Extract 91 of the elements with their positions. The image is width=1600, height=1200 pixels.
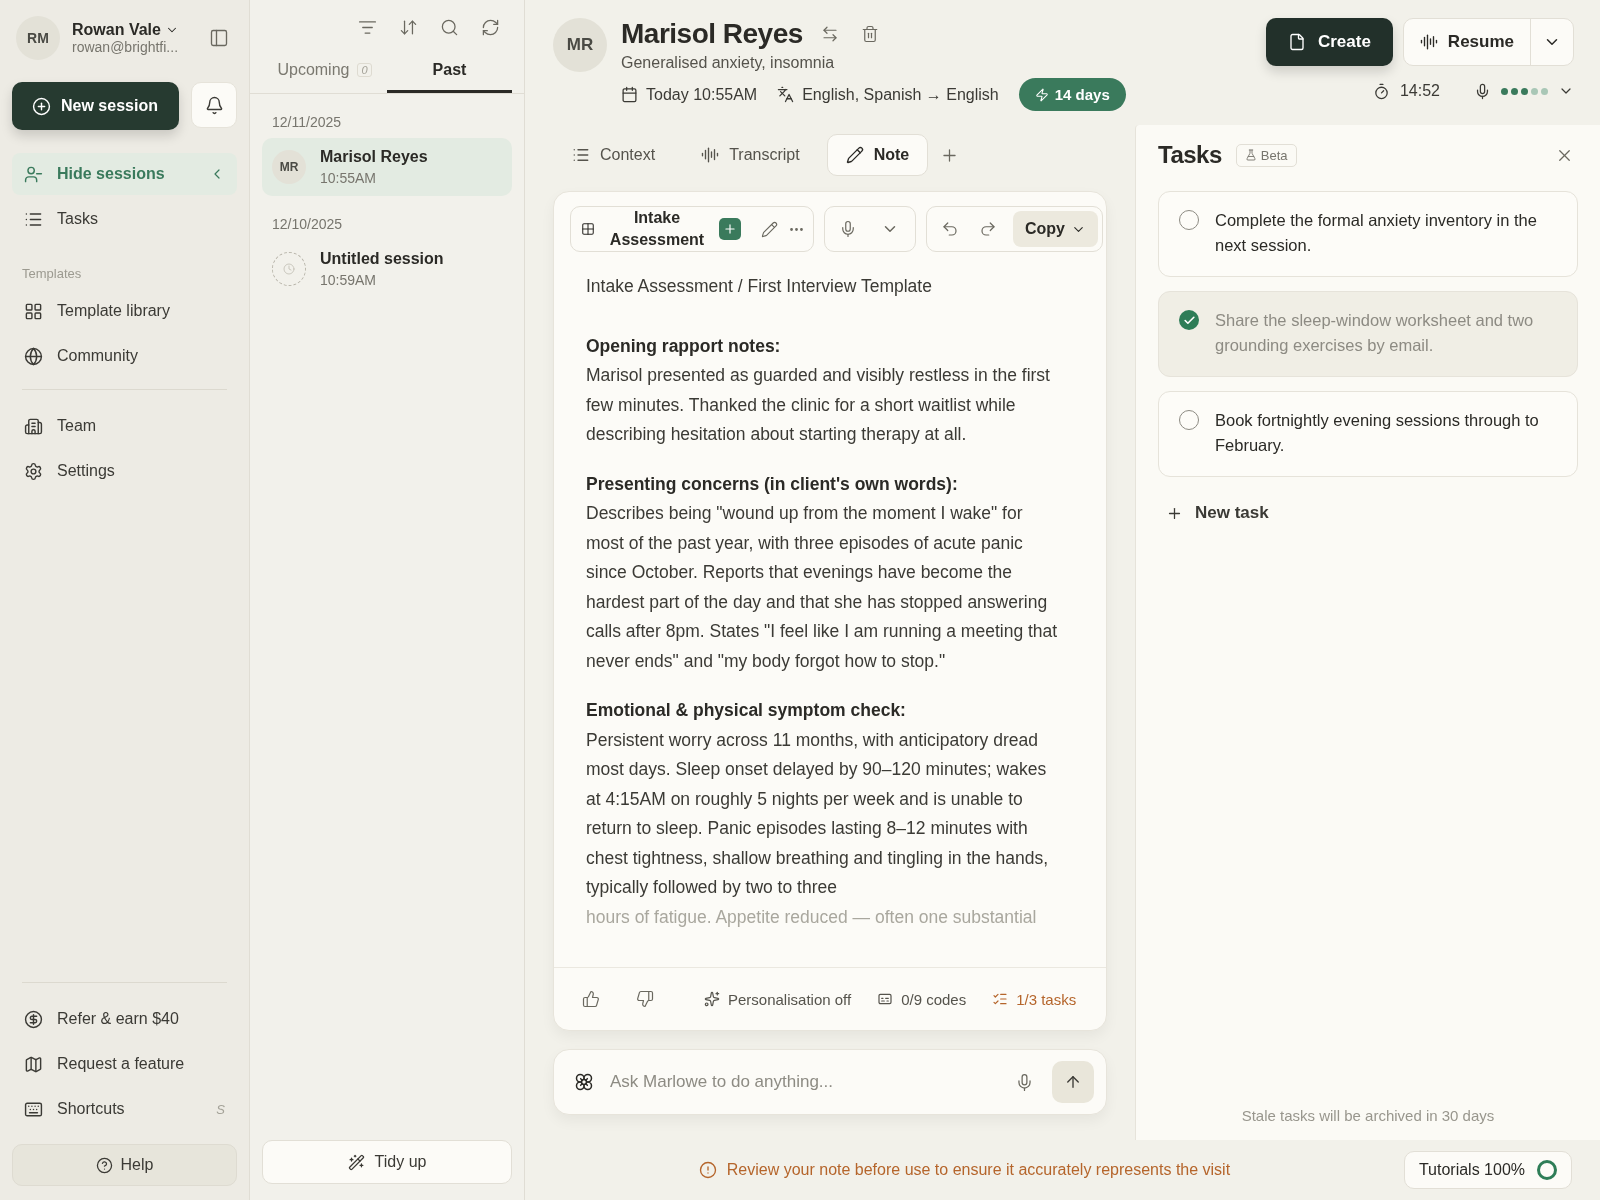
document-icon [1287,33,1306,51]
date-label: 12/10/2025 [272,216,344,232]
bell-icon [204,95,224,115]
section-heading: Templates [21,266,83,281]
faded-text: hours of fatigue. Appetite reduced — often one substantial [586,905,1038,929]
section-text: Describes being "wound up from the moment I wake" for most of the past year, with three episodes of acute panic since October. Reports that evenings have become the hardest part of the day and that she has stopped answering calls after 8pm. States "I feel like I am running a meeting that never ends" and "my body forgot how to stop." [586,502,1059,673]
codes-count[interactable]: 0/9 codes [877,990,967,1008]
user-avatar: RM [16,16,60,60]
create-button[interactable]: Create [1265,18,1393,66]
card-icon [877,991,894,1007]
client-name: Marisol Reyes [621,18,803,50]
ring-icon [1537,1160,1557,1180]
sidebar-item[interactable]: Hide sessions [12,153,237,195]
tasks-title: Tasks [1158,141,1222,169]
bolt-icon [1034,87,1049,102]
note-tab[interactable]: Transcript [682,134,819,176]
date-label: 12/11/2025 [272,114,343,130]
sidebar-item[interactable]: Request a feature [12,1043,237,1085]
checklist-icon [992,991,1009,1007]
sidebar-item[interactable]: Template library [12,290,237,332]
archive-note: Stale tasks will be archived in 30 days [1240,1107,1496,1124]
sidebar-item[interactable]: Community [12,335,237,377]
user-menu[interactable]: Rowan Vale [72,21,193,39]
task-checkbox[interactable] [1179,310,1199,330]
note-title: Intake Assessment / First Interview Template [586,275,933,298]
review-warning: Review your note before use to ensure it accurately represents the visit [525,1161,1404,1179]
sidebar-item[interactable]: Refer & earn $40 [12,998,237,1040]
sidebar-item[interactable]: Tasks [12,198,237,240]
settings-icon [24,461,43,481]
section-text: Persistent worry across 11 months, with anticipatory dread most days. Sleep onset delayed by 90–120 minutes; wakes at 4:15AM on roughly 5 nights per week and is unable to return to sleep. Panic episodes lasting 8–12 minutes with chest tightness, shallow breathing and tingling in the hands, typically followed by two to three [586,728,1050,899]
translate-icon [777,86,795,103]
user-icon [24,164,43,184]
sidebar-item[interactable]: Shortcuts S [12,1088,237,1130]
note-tab[interactable]: Context [553,134,675,176]
task-text: Share the sleep-window worksheet and two grounding exercises by email. [1215,310,1535,356]
session-item[interactable]: MR Marisol Reyes 10:55AM [262,138,512,196]
count-badge: 0 [357,62,372,77]
session-tab[interactable]: Upcoming 0 [262,49,387,93]
tasks-count[interactable]: 1/3 tasks [992,990,1077,1008]
session-item[interactable]: Untitled session 10:59AM [262,240,512,298]
session-date: Today 10:55AM [621,85,758,104]
flower-icon [574,1072,594,1092]
grid-icon [24,301,43,321]
resume-control[interactable]: Resume [1402,18,1574,66]
new-task-button[interactable]: New task [1158,503,1277,523]
check-icon [1182,313,1196,327]
client-diagnosis: Generalised anxiety, insomnia [621,54,836,72]
keyboard-icon [24,1099,43,1119]
session-languages: English, Spanish → English [777,85,999,104]
sidebar-item[interactable]: Team [12,405,237,447]
client-avatar: MR [553,18,607,72]
section-heading: Opening rapport notes: [586,334,782,358]
dollar-icon [24,1009,43,1029]
sidebar-item[interactable]: Settings [12,450,237,492]
beta-badge: Beta [1235,143,1297,167]
user-email: rowan@brightfi... [72,39,180,55]
task-text: Book fortnightly evening sessions through to February. [1215,410,1540,456]
globe-icon [24,346,43,366]
send-button[interactable] [1052,1061,1094,1103]
notifications-button[interactable] [191,82,237,128]
days-badge: 14 days [1018,78,1126,111]
tidy-up-button[interactable]: Tidy up [262,1140,512,1184]
pencil-icon [845,146,864,164]
note-tab[interactable]: Note [826,134,929,176]
chat-input[interactable]: Ask Marlowe to do anything... [608,1071,997,1093]
personalisation-toggle[interactable]: Personalisation off [704,990,852,1008]
map-icon [24,1054,43,1074]
flask-icon [1244,149,1257,161]
section-heading: Emotional & physical symptom check: [586,699,907,722]
help-icon [95,1156,113,1174]
tutorials-button[interactable]: Tutorials 100% [1403,1151,1572,1189]
calendar-icon [621,86,638,103]
help-button[interactable]: Help [12,1144,237,1186]
section-text: Marisol presented as guarded and visibly restless in the first few minutes. Thanked the clinic for a short waitlist while describing hesitation about starting therapy at all. [586,364,1051,446]
session-timer: 14:52 [1399,82,1440,100]
waveform-icon [1419,33,1438,51]
building-icon [24,416,43,436]
alert-icon [698,1161,717,1179]
lines-icon [572,146,590,164]
copy-button[interactable]: Copy [1013,211,1098,247]
wand-icon [347,1153,365,1171]
mic-icon [1474,82,1491,100]
new-session-button[interactable]: New session [12,82,179,130]
client-avatar: MR [272,150,306,184]
waveform-icon [701,146,720,164]
plus-circle-icon [32,96,51,116]
timer-icon [1372,82,1390,100]
session-tab[interactable]: Past [387,49,512,93]
sparkles-icon [704,991,720,1007]
section-heading: Presenting concerns (in client's own words): [586,472,959,496]
task-text: Complete the formal anxiety inventory in the next session. [1215,210,1538,256]
